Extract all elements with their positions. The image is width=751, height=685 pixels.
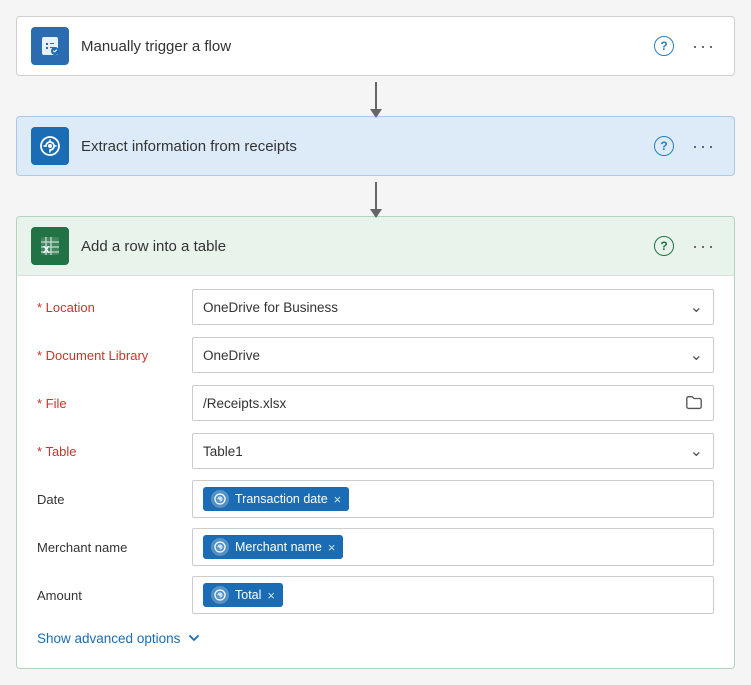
trigger-ellipsis-icon: ···: [692, 36, 716, 57]
trigger-step-actions: ? ···: [650, 32, 720, 61]
form-row-merchant: Merchant name Merchant name ×: [37, 528, 714, 566]
trigger-more-button[interactable]: ···: [688, 32, 720, 61]
trigger-help-button[interactable]: ?: [650, 32, 678, 60]
addrow-step-actions: ? ···: [650, 232, 720, 261]
trigger-step-icon: [31, 27, 69, 65]
addrow-more-button[interactable]: ···: [688, 232, 720, 261]
label-location: Location: [37, 300, 192, 315]
input-merchant[interactable]: Merchant name ×: [192, 528, 714, 566]
label-date: Date: [37, 492, 192, 507]
addrow-help-button[interactable]: ?: [650, 232, 678, 260]
table-chevron-icon: ⌄: [690, 441, 703, 461]
form-row-doc-library: Document Library OneDrive ⌄: [37, 336, 714, 374]
file-value: /Receipts.xlsx: [203, 396, 286, 411]
label-file: File: [37, 396, 192, 411]
extract-ellipsis-icon: ···: [692, 136, 716, 157]
extract-step-card: Extract information from receipts ? ···: [16, 116, 735, 176]
token-amount-remove[interactable]: ×: [267, 588, 275, 603]
doc-library-value: OneDrive: [203, 348, 260, 363]
folder-icon: [685, 394, 703, 412]
addrow-help-icon: ?: [654, 236, 674, 256]
arrow-line-2: [375, 182, 377, 210]
addrow-form-body: Location OneDrive for Business ⌄ Documen…: [17, 275, 734, 668]
label-amount: Amount: [37, 588, 192, 603]
label-doc-library: Document Library: [37, 348, 192, 363]
form-row-location: Location OneDrive for Business ⌄: [37, 288, 714, 326]
token-date-icon: [211, 490, 229, 508]
select-location[interactable]: OneDrive for Business ⌄: [192, 289, 714, 325]
label-merchant: Merchant name: [37, 540, 192, 555]
addrow-step-card: X Add a row into a table ? ··· Location …: [16, 216, 735, 669]
show-advanced-chevron-icon: [186, 630, 202, 646]
select-doc-library[interactable]: OneDrive ⌄: [192, 337, 714, 373]
arrow-1: [375, 76, 377, 116]
trigger-help-icon: ?: [654, 36, 674, 56]
doc-library-chevron-icon: ⌄: [690, 345, 703, 365]
arrow-2: [375, 176, 377, 216]
token-amount-label: Total: [235, 588, 261, 602]
addrow-ellipsis-icon: ···: [692, 236, 716, 257]
select-table[interactable]: Table1 ⌄: [192, 433, 714, 469]
show-advanced-button[interactable]: Show advanced options: [37, 624, 202, 652]
input-amount[interactable]: Total ×: [192, 576, 714, 614]
extract-more-button[interactable]: ···: [688, 132, 720, 161]
location-value: OneDrive for Business: [203, 300, 338, 315]
arrow-line-1: [375, 82, 377, 110]
addrow-step-title: Add a row into a table: [81, 238, 650, 255]
trigger-step-card: Manually trigger a flow ? ···: [16, 16, 735, 76]
token-merchant-label: Merchant name: [235, 540, 322, 554]
extract-step-actions: ? ···: [650, 132, 720, 161]
flow-container: Manually trigger a flow ? ···: [16, 16, 735, 669]
token-merchant: Merchant name ×: [203, 535, 343, 559]
form-row-table: Table Table1 ⌄: [37, 432, 714, 470]
token-date: Transaction date ×: [203, 487, 349, 511]
token-date-label: Transaction date: [235, 492, 328, 506]
label-table: Table: [37, 444, 192, 459]
svg-text:X: X: [43, 245, 50, 256]
addrow-step-icon: X: [31, 227, 69, 265]
table-value: Table1: [203, 444, 243, 459]
extract-help-button[interactable]: ?: [650, 132, 678, 160]
form-row-date: Date Transaction date ×: [37, 480, 714, 518]
extract-step-icon: [31, 127, 69, 165]
location-chevron-icon: ⌄: [690, 297, 703, 317]
token-date-remove[interactable]: ×: [334, 492, 342, 507]
form-row-file: File /Receipts.xlsx: [37, 384, 714, 422]
token-merchant-remove[interactable]: ×: [328, 540, 336, 555]
extract-step-title: Extract information from receipts: [81, 138, 650, 155]
token-merchant-icon: [211, 538, 229, 556]
token-amount: Total ×: [203, 583, 283, 607]
trigger-step-title: Manually trigger a flow: [81, 38, 650, 55]
token-amount-icon: [211, 586, 229, 604]
input-file[interactable]: /Receipts.xlsx: [192, 385, 714, 421]
extract-help-icon: ?: [654, 136, 674, 156]
show-advanced-label: Show advanced options: [37, 631, 180, 646]
input-date[interactable]: Transaction date ×: [192, 480, 714, 518]
form-row-amount: Amount Total ×: [37, 576, 714, 614]
